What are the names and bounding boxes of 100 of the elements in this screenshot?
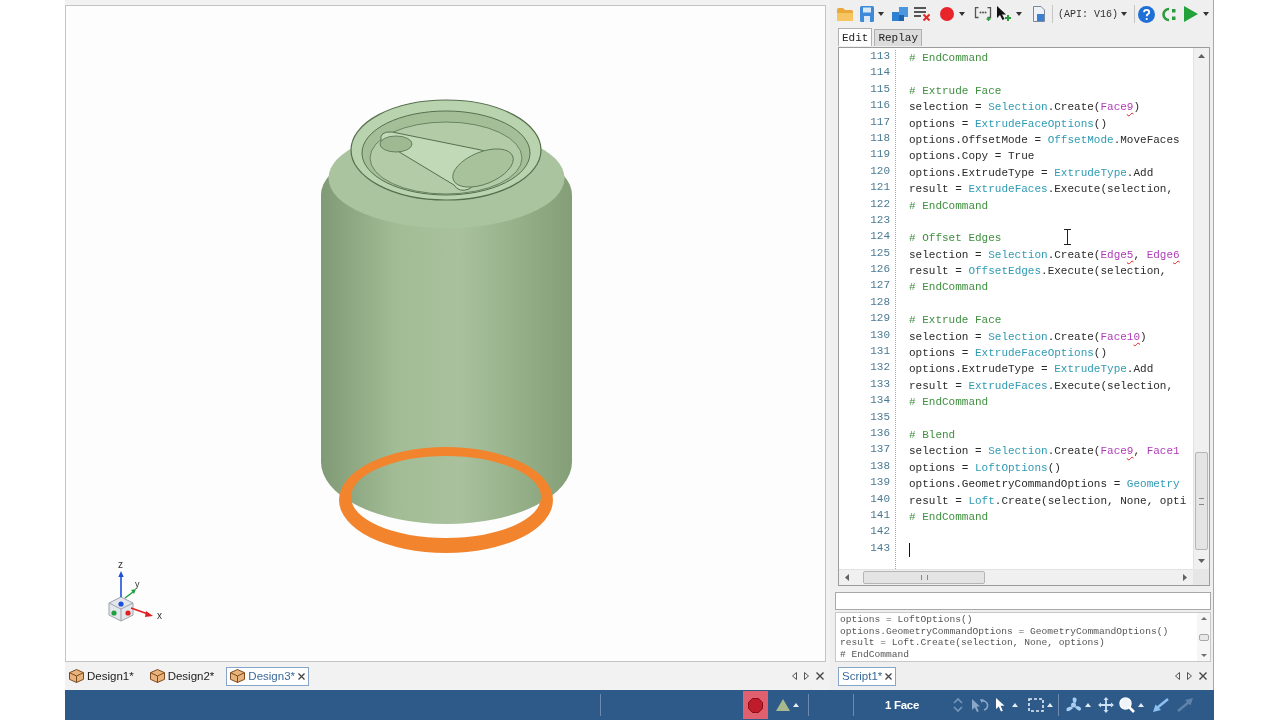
caret-icon[interactable] — [1012, 703, 1018, 707]
spin-icon[interactable] — [1065, 697, 1082, 713]
zoom-icon[interactable] — [1119, 697, 1135, 713]
caret-icon[interactable] — [1138, 703, 1144, 707]
dropdown-caret-icon[interactable] — [1121, 12, 1127, 16]
line-number: 115 — [870, 82, 890, 97]
dropdown-caret-icon[interactable] — [959, 12, 965, 16]
scrollbar-thumb[interactable] — [863, 571, 985, 584]
stop-icon — [748, 697, 763, 713]
line-number: 119 — [870, 148, 890, 163]
box-select-icon[interactable] — [1028, 698, 1044, 712]
script-tab[interactable]: Script1* — [838, 666, 897, 686]
line-number: 139 — [870, 476, 890, 491]
dropdown-caret-icon[interactable] — [1016, 12, 1022, 16]
scrollbar-thumb[interactable] — [1198, 633, 1209, 641]
line-number: 122 — [870, 197, 890, 212]
line-number: 127 — [870, 279, 890, 294]
code-line: result = OffsetEdges.Execute(selection, — [909, 264, 1167, 280]
axis-label: x — [157, 610, 162, 621]
input-field[interactable] — [835, 592, 1211, 610]
pointer-plus-icon[interactable] — [997, 6, 1011, 22]
line-number: 142 — [870, 525, 890, 540]
code-line: # Blend — [909, 428, 956, 443]
scroll-up-arrow-icon[interactable] — [1198, 54, 1205, 58]
scroll-left-arrow-icon[interactable] — [845, 574, 849, 581]
scroll-right-icon[interactable] — [1187, 672, 1192, 680]
arrow-back-icon[interactable] — [1153, 698, 1169, 712]
code-braces-icon[interactable] — [974, 7, 992, 21]
code-line: options.Copy = True — [909, 149, 1035, 165]
close-icon[interactable] — [298, 672, 305, 680]
line-number: 136 — [870, 427, 890, 441]
line-number: 121 — [870, 181, 890, 196]
line-number: 132 — [870, 361, 890, 376]
help-icon[interactable] — [1138, 5, 1155, 23]
line-number: 141 — [870, 508, 890, 523]
close-icon[interactable] — [816, 672, 824, 680]
document-tab[interactable]: Design2* — [145, 666, 219, 686]
mode-tab[interactable]: Replay — [874, 29, 922, 46]
code-line: result = ExtrudeFaces.Execute(selection, — [909, 182, 1174, 198]
scroll-left-icon[interactable] — [1175, 672, 1180, 680]
code-editor[interactable] — [838, 47, 1210, 586]
line-number: 131 — [870, 345, 890, 360]
play-icon[interactable] — [1184, 6, 1198, 22]
stop-recording-button[interactable] — [743, 691, 768, 719]
code-line: selection = Selection.Create(Edge5, Edge6 — [909, 247, 1180, 263]
api-version-selector[interactable]: (API: V16) — [1058, 8, 1118, 20]
code-line: # EndCommand — [909, 51, 989, 66]
cube-icon — [230, 669, 246, 683]
scroll-right-arrow-icon[interactable] — [1183, 574, 1187, 581]
caret-icon[interactable] — [1085, 703, 1091, 707]
document-tab[interactable]: Design3* — [226, 666, 309, 686]
document-tab[interactable]: Design1* — [65, 666, 138, 686]
dropdown-caret-icon[interactable] — [1203, 12, 1209, 16]
scroll-left-icon[interactable] — [792, 672, 797, 680]
scrollbar-thumb[interactable] — [1195, 452, 1208, 550]
caret-icon[interactable] — [1047, 703, 1053, 707]
caret-icon[interactable] — [793, 703, 799, 707]
close-icon[interactable] — [885, 672, 893, 680]
scroll-up-arrow-icon[interactable] — [1200, 617, 1207, 620]
line-number: 123 — [870, 213, 890, 228]
output-line: options.GeometryCommandOptions = GeometryCommandOptions() — [840, 625, 1170, 637]
code-line: options = ExtrudeFaceOptions() — [909, 116, 1108, 132]
output-line: # EndCommand — [840, 648, 911, 660]
close-icon[interactable] — [1199, 672, 1207, 680]
line-number: 135 — [870, 410, 890, 425]
code-line: selection = Selection.Create(Face9) — [909, 100, 1141, 116]
line-number: 128 — [870, 295, 890, 310]
triangle-icon[interactable] — [776, 699, 790, 711]
output-line: options = LoftOptions() — [840, 614, 974, 626]
code-line: # EndCommand — [909, 280, 989, 296]
pointer-icon[interactable] — [996, 698, 1007, 712]
scrollbar-corner — [1193, 569, 1209, 585]
scroll-down-arrow-icon[interactable] — [1200, 654, 1207, 657]
record-icon[interactable] — [940, 7, 954, 21]
vertical-scrollbar[interactable] — [1197, 613, 1210, 661]
vertical-scrollbar[interactable] — [1193, 48, 1209, 569]
dropdown-caret-icon[interactable] — [878, 12, 884, 16]
code-line: # Offset Edges — [909, 231, 1002, 247]
line-number: 126 — [870, 263, 890, 278]
line-number: 118 — [870, 131, 890, 146]
document-icon[interactable] — [1033, 6, 1045, 22]
3d-viewport[interactable]: z y x — [65, 5, 826, 662]
line-number: 137 — [870, 443, 890, 458]
scroll-down-arrow-icon[interactable] — [1198, 559, 1205, 563]
pointer-undo-icon[interactable] — [972, 697, 990, 713]
horizontal-scrollbar[interactable] — [839, 569, 1193, 585]
code-line: # EndCommand — [909, 395, 989, 411]
line-number: 130 — [870, 328, 890, 343]
line-number: 143 — [870, 541, 890, 556]
pan-icon[interactable] — [1098, 697, 1114, 713]
console-icon[interactable] — [1160, 6, 1176, 22]
code-line: result = ExtrudeFaces.Execute(selection, — [909, 378, 1174, 394]
stacked-blocks-icon[interactable] — [892, 7, 908, 21]
code-line: selection = Selection.Create(Face9, Face1 — [909, 444, 1180, 460]
code-line: selection = Selection.Create(Face10) — [909, 329, 1147, 345]
code-line: options.ExtrudeType = ExtrudeType.Add — [909, 362, 1154, 378]
code-line: options = ExtrudeFaceOptions() — [909, 346, 1108, 362]
scroll-right-icon[interactable] — [804, 672, 809, 680]
mode-tab[interactable]: Edit — [838, 28, 873, 46]
clear-lines-icon[interactable] — [914, 7, 930, 21]
